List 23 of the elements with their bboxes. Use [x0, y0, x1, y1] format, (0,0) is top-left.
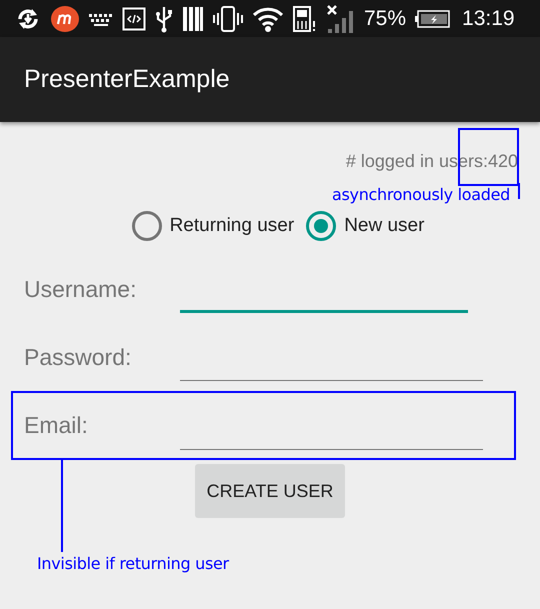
field-label: Username: — [24, 274, 138, 304]
create-user-button[interactable]: CREATE USER — [194, 464, 346, 518]
field-label: Email: — [24, 411, 89, 440]
app-title: PresenterExample — [24, 64, 230, 95]
battery-icon — [414, 10, 450, 28]
wifi-icon — [252, 6, 284, 32]
annotation-note: asynchronously loaded — [332, 184, 510, 206]
field-label: Password: — [24, 342, 132, 372]
sd-card-icon — [292, 4, 318, 32]
annotation-note: Invisible if returning user — [37, 553, 229, 575]
leader-line — [518, 183, 520, 199]
clock: 13:19 — [462, 8, 515, 29]
radio-button[interactable] — [306, 211, 336, 241]
usb-icon — [154, 4, 174, 32]
signal-icon — [326, 4, 356, 34]
radio-button[interactable] — [132, 211, 162, 241]
bars-icon — [182, 6, 204, 32]
battery-percent: 75% — [364, 8, 406, 29]
app-icon — [50, 4, 80, 32]
code-icon — [122, 6, 146, 30]
radio-label: Returning user — [170, 214, 294, 238]
vibrate-icon — [212, 4, 244, 32]
radio-label: New user — [344, 214, 424, 238]
